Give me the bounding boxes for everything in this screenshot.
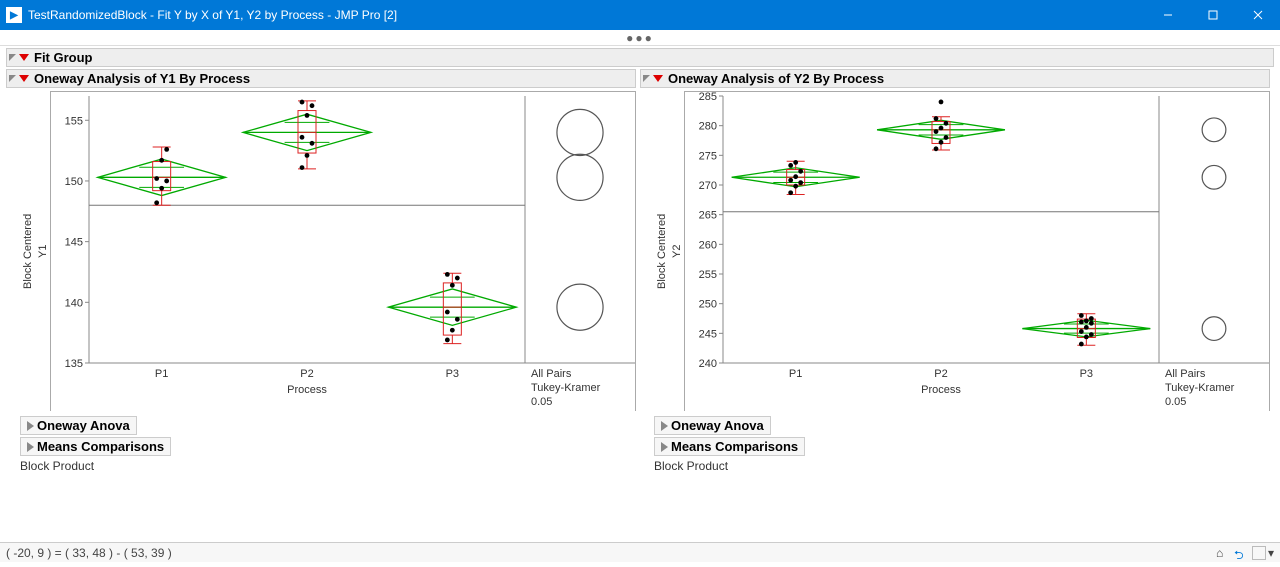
svg-text:Tukey-Kramer: Tukey-Kramer [1165,382,1235,394]
svg-text:255: 255 [699,269,717,281]
svg-text:0.05: 0.05 [1165,396,1186,408]
oneway-anova-section[interactable]: Oneway Anova [654,416,771,435]
svg-text:250: 250 [699,299,717,311]
svg-text:150: 150 [65,176,83,188]
chart-y1[interactable]: Block Centered Y1 135 140 145 150 155 P1 P2 P3 P… [20,91,636,411]
svg-text:260: 260 [699,239,717,251]
svg-text:All Pairs: All Pairs [531,368,572,380]
disclosure-open-icon[interactable] [643,75,650,82]
panel-y1: Oneway Analysis of Y1 By Process Block C… [6,68,640,479]
panel-y2-title: Oneway Analysis of Y2 By Process [668,71,884,86]
maximize-button[interactable] [1190,0,1235,30]
means-comparisons-label: Means Comparisons [37,439,164,454]
titlebar: ▶ TestRandomizedBlock - Fit Y by X of Y1… [0,0,1280,30]
drag-handle[interactable]: ●●● [0,30,1280,46]
hotspot-icon[interactable] [653,75,663,82]
svg-text:0.05: 0.05 [531,396,552,408]
svg-text:155: 155 [65,115,83,127]
oneway-anova-section[interactable]: Oneway Anova [20,416,137,435]
status-icon-home[interactable]: ⌂ [1216,546,1230,560]
svg-text:P3: P3 [1080,368,1093,380]
panel-y1-header[interactable]: Oneway Analysis of Y1 By Process [6,69,636,88]
window-title: TestRandomizedBlock - Fit Y by X of Y1, … [28,8,397,22]
svg-text:P1: P1 [155,368,168,380]
svg-text:P3: P3 [446,368,459,380]
app-icon: ▶ [6,7,22,23]
status-bar: ( -20, 9 ) = ( 33, 48 ) - ( 53, 39 ) ⌂ ⮌… [0,542,1280,562]
svg-text:135: 135 [65,358,83,370]
disclosure-closed-icon [661,421,668,431]
panel-y2-header[interactable]: Oneway Analysis of Y2 By Process [640,69,1270,88]
disclosure-closed-icon [661,442,668,452]
block-product-label: Block Product [654,459,1270,473]
svg-text:270: 270 [699,180,717,192]
svg-text:240: 240 [699,358,717,370]
disclosure-open-icon[interactable] [9,54,16,61]
means-comparisons-label: Means Comparisons [671,439,798,454]
svg-text:P2: P2 [934,368,947,380]
svg-text:P2: P2 [300,368,313,380]
svg-text:140: 140 [65,297,83,309]
svg-text:Process: Process [287,384,327,396]
content-area: Fit Group Oneway Analysis of Y1 By Proce… [0,46,1280,542]
status-coords: ( -20, 9 ) = ( 33, 48 ) - ( 53, 39 ) [6,546,172,560]
plot-y1[interactable]: 135 140 145 150 155 P1 P2 P3 Process All Pairs Tuk… [50,91,636,411]
panels-row: Oneway Analysis of Y1 By Process Block C… [6,68,1274,479]
plot-y2[interactable]: 240 245 250 255 260 265 270 275 280 285 P1 P2 P3 Proc… [684,91,1270,411]
minimize-button[interactable] [1145,0,1190,30]
svg-text:280: 280 [699,121,717,133]
disclosure-closed-icon [27,442,34,452]
means-comparisons-section[interactable]: Means Comparisons [20,437,171,456]
oneway-anova-label: Oneway Anova [671,418,764,433]
hotspot-icon[interactable] [19,75,29,82]
status-icon-back[interactable]: ⮌ [1234,546,1248,560]
svg-text:285: 285 [699,92,717,103]
status-icon-box[interactable] [1252,546,1266,560]
hotspot-icon[interactable] [19,54,29,61]
disclosure-closed-icon [27,421,34,431]
svg-text:145: 145 [65,237,83,249]
svg-text:P1: P1 [789,368,802,380]
svg-text:Tukey-Kramer: Tukey-Kramer [531,382,601,394]
chart-y2[interactable]: Block Centered Y2 2402452502552602652702… [654,91,1270,411]
svg-text:245: 245 [699,328,717,340]
ylabel-block-centered: Block Centered [654,91,670,411]
ylabel-block-centered: Block Centered [20,91,36,411]
svg-text:Process: Process [921,384,961,396]
means-comparisons-section[interactable]: Means Comparisons [654,437,805,456]
disclosure-open-icon[interactable] [9,75,16,82]
panel-y1-title: Oneway Analysis of Y1 By Process [34,71,250,86]
block-product-label: Block Product [20,459,636,473]
svg-text:265: 265 [699,210,717,222]
status-dropdown-icon[interactable]: ▾ [1268,546,1274,560]
ylabel-y1: Y1 [36,91,50,411]
oneway-anova-label: Oneway Anova [37,418,130,433]
svg-text:All Pairs: All Pairs [1165,368,1206,380]
close-button[interactable] [1235,0,1280,30]
svg-text:275: 275 [699,150,717,162]
panel-y2: Oneway Analysis of Y2 By Process Block C… [640,68,1274,479]
ylabel-y2: Y2 [670,91,684,411]
fit-group-header[interactable]: Fit Group [6,48,1274,67]
fit-group-title: Fit Group [34,50,93,65]
